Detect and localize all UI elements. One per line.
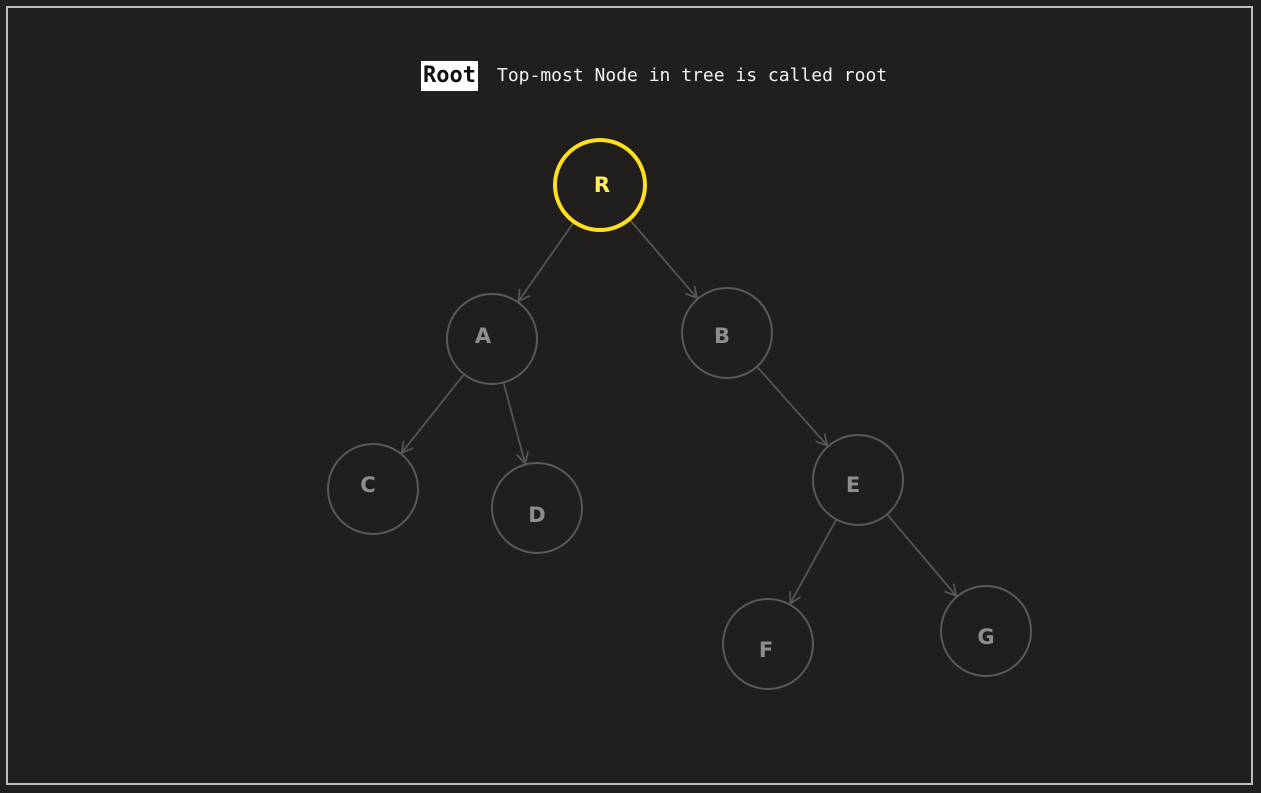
edge-r-b [629,219,699,300]
node-e: E [812,434,904,526]
edge-a-d [502,383,530,466]
node-a: A [446,293,538,385]
edge-a-c [400,374,465,455]
node-b: B [681,287,773,379]
node-label-a: A [475,324,492,348]
nodes-layer: R A B C D E F G [327,138,1032,690]
node-label-c: C [360,473,375,497]
node-c: C [327,443,419,535]
tree-diagram: R A B C D E F G [327,138,1032,690]
node-g: G [940,585,1032,677]
edge-e-f [789,519,837,606]
node-f: F [722,598,814,690]
node-circle-a [446,293,538,385]
edge-e-g [887,514,958,598]
edge-b-e [756,366,829,448]
node-label-d: D [528,503,545,527]
node-label-b: B [714,324,730,348]
node-r: R [553,138,647,232]
node-d: D [491,462,583,554]
node-label-r: R [594,173,610,197]
node-label-f: F [759,638,773,662]
node-label-g: G [977,625,994,649]
edges-layer [400,219,958,606]
edge-r-a [517,222,575,303]
node-label-e: E [846,473,860,497]
